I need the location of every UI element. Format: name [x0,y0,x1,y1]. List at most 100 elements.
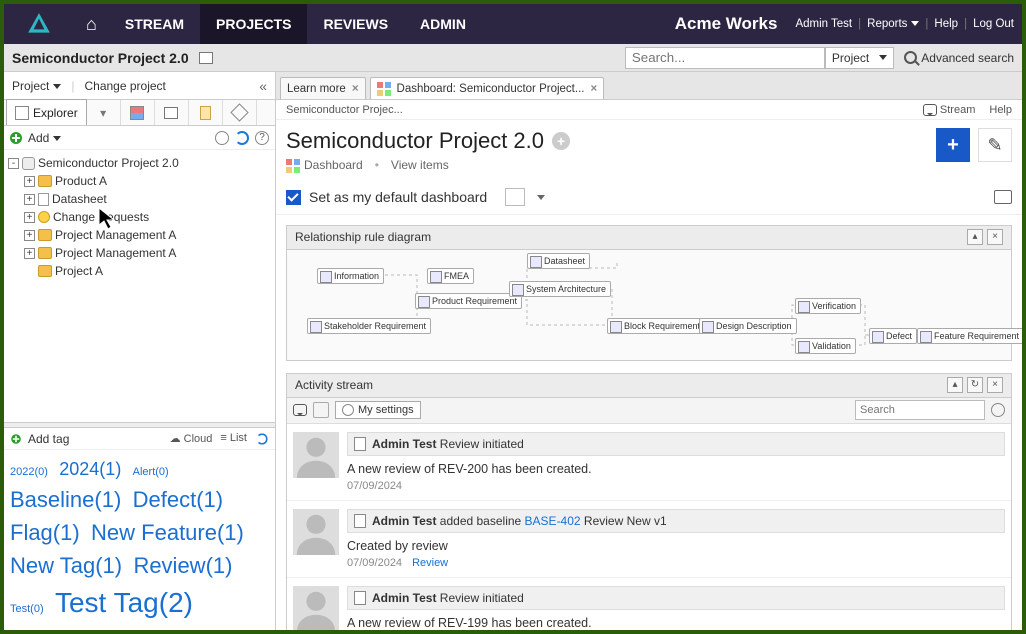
expander-icon[interactable]: + [24,230,35,241]
dashboard-content[interactable]: Relationship rule diagram ▴ × [276,215,1022,630]
refresh-icon[interactable]: ↻ [967,377,983,393]
nav-projects[interactable]: PROJECTS [200,4,307,44]
crumb-path[interactable]: Semiconductor Projec... [286,104,403,119]
collapse-icon[interactable]: ▴ [967,229,983,245]
tab-calendar[interactable] [121,100,155,125]
nav-stream[interactable]: STREAM [109,4,200,44]
diagram-node[interactable]: Information [317,268,384,284]
app-logo[interactable] [4,4,74,44]
refresh-icon[interactable] [256,433,267,444]
diagram-node[interactable]: Datasheet [527,253,590,269]
link-stream[interactable]: Stream [923,104,975,119]
relationship-diagram[interactable]: Information FMEA Datasheet Stakeholder R… [287,250,1011,360]
tab-explorer[interactable]: Explorer [6,99,87,125]
expander-icon[interactable]: + [24,212,35,223]
layout-icon[interactable] [199,52,213,64]
create-button[interactable]: + [936,128,970,162]
print-icon[interactable] [994,190,1012,204]
tab-layout[interactable] [155,100,189,125]
advanced-search[interactable]: Advanced search [904,51,1014,65]
expander-icon[interactable]: - [8,158,19,169]
edit-button[interactable]: ✎ [978,128,1012,162]
tag-flag-1-[interactable]: Flag(1) [10,520,80,545]
diagram-node[interactable]: Stakeholder Requirement [307,318,431,334]
diagram-node[interactable]: Validation [795,338,856,354]
tag-review-1-[interactable]: Review(1) [133,553,232,578]
tag-defect-1-[interactable]: Defect(1) [133,487,223,512]
add-tag[interactable]: Add tag [28,432,69,446]
diagram-node[interactable]: Feature Requirement [917,328,1022,344]
plus-icon[interactable] [11,434,21,444]
change-project[interactable]: Change project [84,79,165,93]
close-icon[interactable]: × [987,377,1003,393]
link-reports[interactable]: Reports [867,18,919,30]
tree-row[interactable]: -Semiconductor Project 2.0 [8,154,271,172]
activity-search[interactable] [855,400,985,420]
tag-2022-0-[interactable]: 2022(0) [10,466,48,478]
link-user[interactable]: Admin Test [795,18,852,30]
diagram-node[interactable]: Block Requirement [607,318,705,334]
tab-filter[interactable]: ▾ [87,100,121,125]
activity-meta-link[interactable]: Review [412,557,448,569]
gear-icon[interactable] [215,131,229,145]
close-icon[interactable]: × [352,83,359,95]
tree-row[interactable]: +Datasheet [8,190,271,208]
tab-clipboard[interactable] [189,100,223,125]
dashboard-link[interactable]: Dashboard [286,158,363,173]
tree-label: Product A [55,174,107,188]
expander-icon[interactable]: + [24,194,35,205]
collapse-sidebar[interactable]: « [259,78,267,94]
gear-icon[interactable] [991,403,1005,417]
comment-icon[interactable] [293,404,307,416]
default-dashboard-checkbox[interactable] [286,190,301,205]
activity-link[interactable]: BASE-402 [525,514,581,528]
expander-icon[interactable]: + [24,176,35,187]
caret-down-icon[interactable] [537,195,545,200]
avatar-icon[interactable] [313,402,329,418]
collapse-icon[interactable]: ▴ [947,377,963,393]
global-search[interactable] [625,47,825,69]
tree-row[interactable]: + Product A [8,172,271,190]
mode-list[interactable]: ≡ List [220,432,247,446]
mode-cloud[interactable]: ☁ Cloud [170,432,213,446]
tree-row[interactable]: +Project Management A [8,244,271,262]
my-settings-button[interactable]: My settings [335,401,421,419]
link-help[interactable]: Help [934,18,958,30]
nav-reviews[interactable]: REVIEWS [307,4,404,44]
link-logout[interactable]: Log Out [973,18,1014,30]
tag-2024-1-[interactable]: 2024(1) [59,459,121,479]
nav-admin[interactable]: ADMIN [404,4,482,44]
diagram-node[interactable]: Design Description [699,318,797,334]
tag-test-0-[interactable]: Test(0) [10,603,44,615]
plus-icon[interactable] [10,132,22,144]
link-help2[interactable]: Help [989,104,1012,119]
nav-home[interactable]: ⌂ [74,4,109,44]
view-items-link[interactable]: View items [391,158,449,173]
tab-learn-more[interactable]: Learn more × [280,77,366,99]
tag-alert-0-[interactable]: Alert(0) [133,466,169,478]
diagram-node[interactable]: Defect [869,328,917,344]
close-icon[interactable]: × [590,83,597,95]
refresh-icon[interactable] [235,131,249,145]
diagram-node[interactable]: FMEA [427,268,474,284]
search-scope-select[interactable]: Project [825,47,894,69]
tag-test-tag-2-[interactable]: Test Tag(2) [55,587,193,618]
add-widget-button[interactable]: + [552,132,570,150]
add-button[interactable]: Add [28,131,61,145]
tree-row[interactable]: Project A [8,262,271,280]
diagram-node[interactable]: System Architecture [509,281,611,297]
tag-new-tag-1-[interactable]: New Tag(1) [10,553,122,578]
expander-icon[interactable]: + [24,248,35,259]
help-icon[interactable]: ? [255,131,269,145]
diagram-node[interactable]: Product Requirement [415,293,522,309]
project-menu[interactable]: Project [12,79,61,93]
tab-dashboard[interactable]: Dashboard: Semiconductor Project... × [370,77,605,99]
tree-row[interactable]: +Project Management A [8,226,271,244]
tab-tags[interactable] [223,100,257,125]
close-icon[interactable]: × [987,229,1003,245]
view-mode-select[interactable] [505,188,525,206]
tag-baseline-1-[interactable]: Baseline(1) [10,487,121,512]
diagram-node[interactable]: Verification [795,298,861,314]
tree-row[interactable]: +Change Requests [8,208,271,226]
tag-new-feature-1-[interactable]: New Feature(1) [91,520,244,545]
